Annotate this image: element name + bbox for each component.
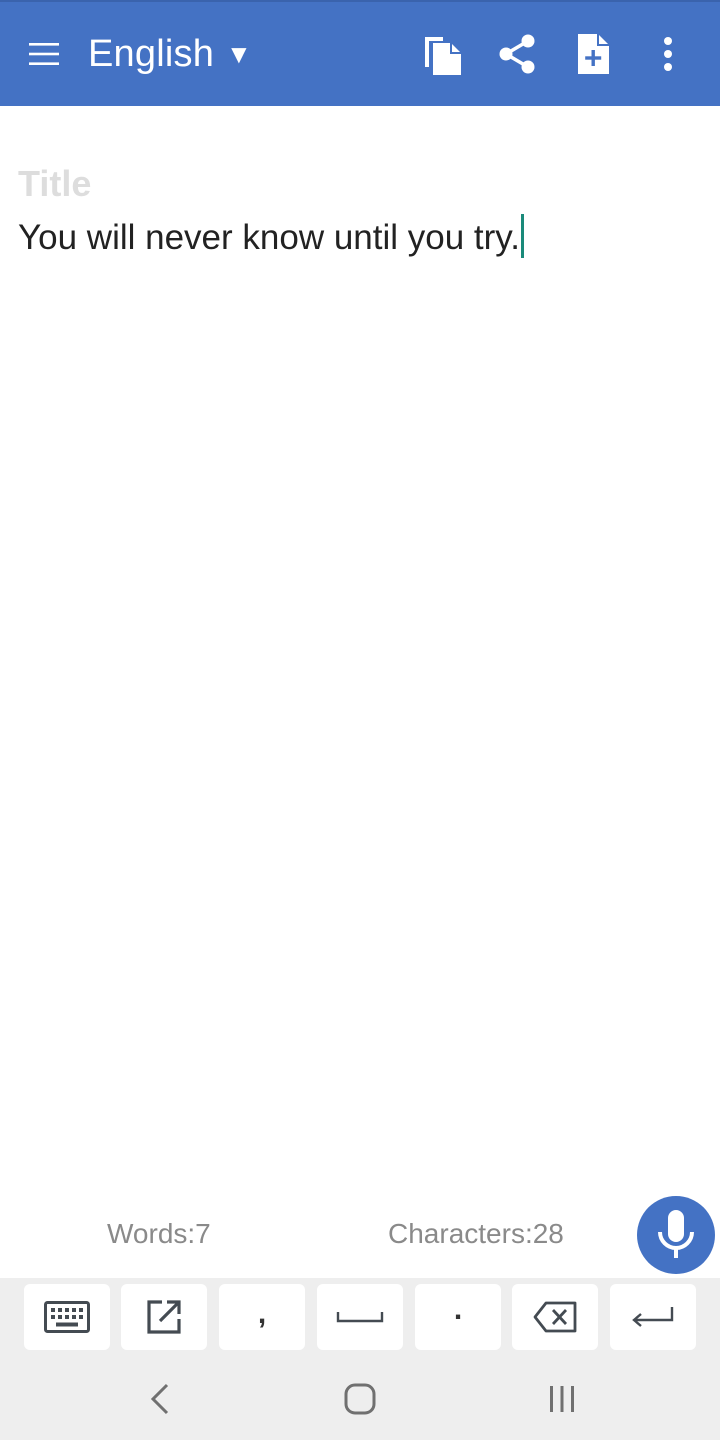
microphone-icon bbox=[658, 1210, 694, 1258]
more-options-button[interactable] bbox=[640, 26, 696, 82]
period-key-label: . bbox=[453, 1293, 463, 1326]
home-button[interactable] bbox=[330, 1374, 390, 1424]
comma-key-label: , bbox=[257, 1297, 267, 1330]
text-cursor bbox=[520, 214, 524, 258]
backspace-key[interactable] bbox=[512, 1284, 598, 1350]
recent-apps-icon bbox=[550, 1386, 574, 1412]
body-text-editor[interactable]: You will never know until you try. bbox=[18, 212, 698, 264]
word-count: Words:7 bbox=[107, 1218, 211, 1249]
recent-apps-button[interactable] bbox=[532, 1374, 592, 1424]
app-root: English ▼ Title You will never know unti… bbox=[0, 0, 720, 1440]
open-external-icon bbox=[147, 1300, 181, 1334]
home-icon bbox=[344, 1383, 376, 1415]
new-document-button[interactable] bbox=[565, 26, 621, 82]
space-key[interactable] bbox=[317, 1284, 403, 1350]
body-text: You will never know until you try. bbox=[18, 218, 520, 257]
share-button[interactable] bbox=[489, 26, 545, 82]
top-app-bar: English ▼ bbox=[0, 0, 720, 106]
back-button[interactable] bbox=[130, 1374, 190, 1424]
share-icon bbox=[499, 34, 535, 74]
enter-icon bbox=[632, 1307, 674, 1327]
system-navigation-bar bbox=[0, 1358, 720, 1440]
microphone-button[interactable] bbox=[637, 1196, 715, 1274]
menu-button[interactable] bbox=[16, 26, 72, 82]
copy-button[interactable] bbox=[414, 26, 470, 82]
title-input[interactable]: Title bbox=[18, 160, 698, 208]
language-selector[interactable]: English ▼ bbox=[88, 28, 252, 80]
keyboard-toolbar: , . bbox=[0, 1278, 720, 1358]
more-vert-icon bbox=[664, 37, 672, 71]
language-label: English bbox=[88, 32, 215, 75]
period-key[interactable]: . bbox=[415, 1284, 501, 1350]
caret-down-icon: ▼ bbox=[226, 39, 252, 69]
back-chevron-icon bbox=[150, 1383, 169, 1415]
new-document-icon bbox=[578, 34, 609, 74]
space-icon bbox=[336, 1312, 384, 1323]
character-count: Characters:28 bbox=[388, 1218, 564, 1249]
comma-key[interactable]: , bbox=[219, 1284, 305, 1350]
keyboard-icon bbox=[44, 1301, 90, 1333]
keyboard-toggle-key[interactable] bbox=[24, 1284, 110, 1350]
enter-key[interactable] bbox=[610, 1284, 696, 1350]
backspace-icon bbox=[533, 1301, 577, 1333]
hamburger-menu-icon bbox=[29, 43, 59, 65]
copy-icon bbox=[425, 37, 461, 75]
open-external-key[interactable] bbox=[121, 1284, 207, 1350]
